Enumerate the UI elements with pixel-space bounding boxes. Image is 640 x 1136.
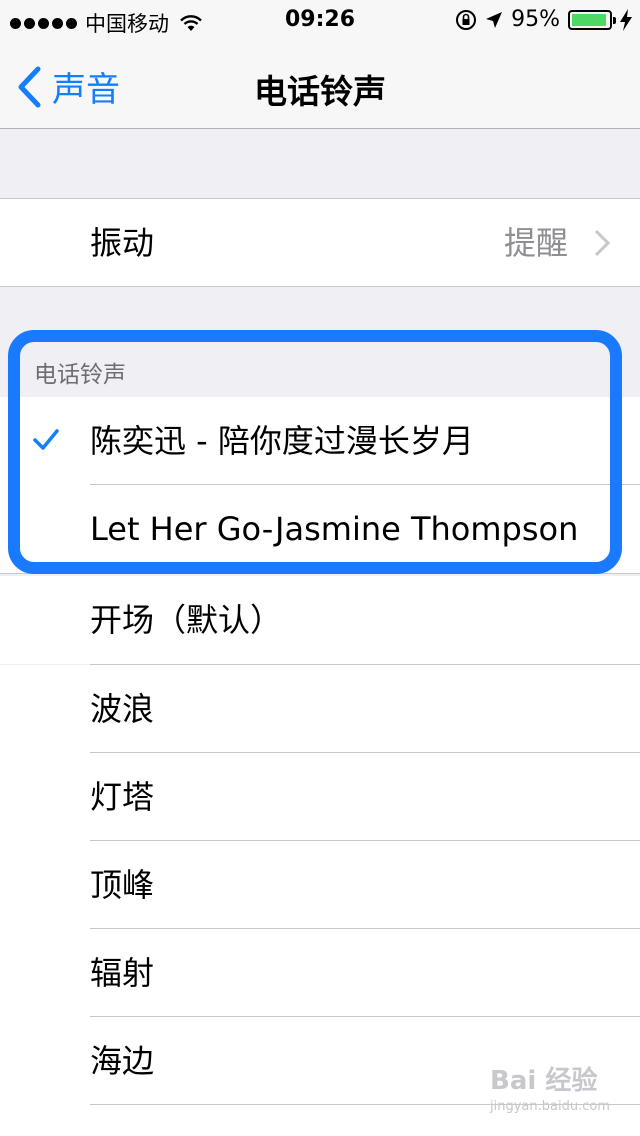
ringtone-label: Let Her Go-Jasmine Thompson	[90, 510, 579, 548]
ringtone-row-custom-2[interactable]: Let Her Go-Jasmine Thompson	[0, 485, 640, 573]
chevron-right-icon	[594, 229, 610, 257]
section-header-label: 电话铃声	[34, 362, 126, 388]
watermark-brand: Bai 经验	[490, 1066, 598, 1096]
location-arrow-icon	[486, 11, 503, 28]
checkmark-icon	[33, 429, 59, 450]
ringtone-row-waves[interactable]: 波浪	[0, 665, 640, 753]
section-header: 电话铃声	[20, 345, 620, 397]
ringtone-label: 海边	[90, 1042, 155, 1080]
charging-bolt-icon	[620, 8, 632, 31]
ringtone-row-default[interactable]: 开场（默认）	[0, 576, 640, 664]
ringtone-label: 辐射	[90, 954, 155, 992]
ringtone-label: 顶峰	[90, 866, 155, 904]
baidu-watermark: Bai 经验 jingyan.baidu.com	[490, 1060, 610, 1114]
ringtone-label: 开场（默认）	[90, 601, 283, 639]
ringtone-label: 灯塔	[90, 778, 155, 816]
vibration-label: 振动	[90, 224, 155, 262]
battery-percent: 95%	[511, 7, 560, 32]
ringtone-label: 波浪	[90, 690, 155, 728]
ringtone-row-custom-1[interactable]: 陈奕迅 - 陪你度过漫长岁月	[0, 397, 640, 485]
ringtone-label: 陈奕迅 - 陪你度过漫长岁月	[90, 422, 474, 460]
ringtone-row-summit[interactable]: 顶峰	[0, 841, 640, 929]
ringtone-row-radiate[interactable]: 辐射	[0, 929, 640, 1017]
page-title: 电话铃声	[254, 72, 386, 111]
battery-icon	[568, 9, 616, 30]
vibration-row[interactable]: 振动 提醒	[0, 199, 640, 287]
status-bar: 中国移动 09:26 95%	[0, 0, 640, 40]
navigation-bar: 声音 电话铃声	[0, 40, 640, 129]
rotation-lock-icon	[456, 9, 477, 30]
ringtone-row-lighthouse[interactable]: 灯塔	[0, 753, 640, 841]
vibration-value: 提醒	[503, 224, 568, 262]
watermark-url: jingyan.baidu.com	[490, 1099, 610, 1114]
